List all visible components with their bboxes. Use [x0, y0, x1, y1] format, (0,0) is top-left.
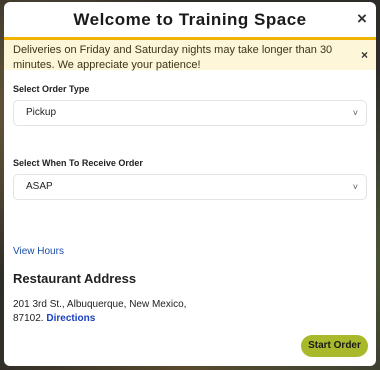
order-type-select[interactable]: Pickup ˅ [13, 100, 367, 126]
modal-title: Welcome to Training Space [73, 9, 307, 29]
chevron-down-icon: ˅ [352, 182, 358, 192]
modal-header: Welcome to Training Space × [4, 2, 376, 40]
receive-time-label: Select When To Receive Order [13, 158, 143, 168]
view-hours-link[interactable]: View Hours [13, 246, 64, 257]
close-icon[interactable]: × [354, 10, 370, 27]
delivery-notice: Deliveries on Friday and Saturday nights… [4, 40, 376, 71]
start-order-button[interactable]: Start Order [301, 335, 368, 357]
chevron-down-icon: ˅ [352, 108, 358, 118]
receive-time-select[interactable]: ASAP ˅ [13, 174, 367, 200]
notice-close-icon[interactable]: × [361, 48, 368, 63]
address-line1: 201 3rd St., Albuquerque, New Mexico, [13, 299, 187, 310]
directions-link[interactable]: Directions [46, 313, 95, 324]
order-type-value: Pickup [26, 107, 57, 118]
order-type-label: Select Order Type [13, 84, 90, 94]
address-line2: 87102. [13, 313, 44, 324]
notice-text: Deliveries on Friday and Saturday nights… [13, 44, 333, 71]
welcome-modal: Welcome to Training Space × Deliveries o… [4, 2, 376, 366]
restaurant-address-heading: Restaurant Address [13, 271, 137, 286]
receive-time-value: ASAP [26, 181, 53, 192]
restaurant-address: 201 3rd St., Albuquerque, New Mexico, 87… [13, 298, 367, 326]
